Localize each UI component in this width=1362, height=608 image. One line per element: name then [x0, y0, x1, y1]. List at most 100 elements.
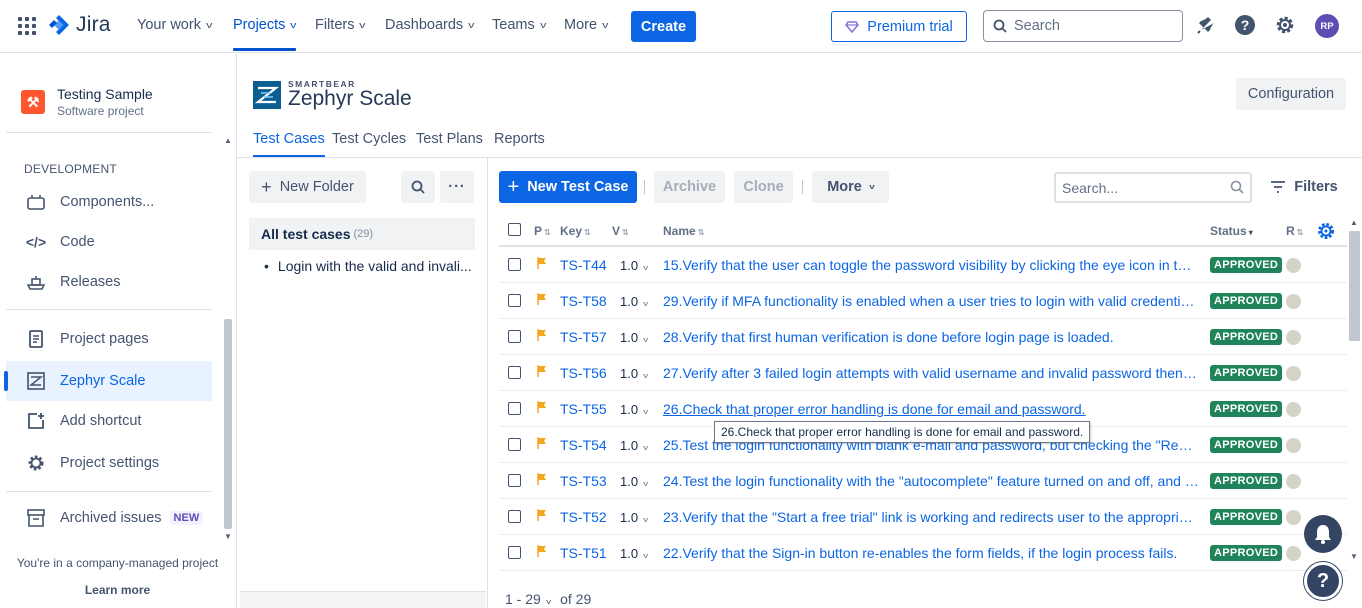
row-checkbox[interactable] [508, 330, 521, 343]
table-row[interactable]: TS-T57 1.0 v 28.Verify that first human … [499, 319, 1347, 355]
global-search-input[interactable]: Search [983, 10, 1183, 42]
configuration-button[interactable]: Configuration [1236, 78, 1346, 110]
table-row[interactable]: TS-T53 1.0 v 24.Test the login functiona… [499, 463, 1347, 499]
version-select[interactable]: 1.0 v [620, 258, 648, 273]
version-select[interactable]: 1.0 v [620, 294, 648, 309]
help-icon[interactable]: ? [1234, 14, 1256, 36]
column-key[interactable]: Key ⇅ [560, 224, 591, 238]
sidebar-item-zephyr-scale[interactable]: Zephyr Scale [4, 361, 212, 401]
page-range-select[interactable]: 1 - 29 v [505, 591, 551, 607]
nav-projects[interactable]: Projects v [233, 17, 297, 51]
row-checkbox[interactable] [508, 438, 521, 451]
row-checkbox[interactable] [508, 474, 521, 487]
row-checkbox[interactable] [508, 294, 521, 307]
column-settings-gear-icon[interactable] [1317, 222, 1335, 240]
table-row[interactable]: TS-T58 1.0 v 29.Verify if MFA functional… [499, 283, 1347, 319]
scroll-down-arrow-icon[interactable]: ▼ [1350, 552, 1358, 561]
scroll-up-arrow-icon[interactable]: ▲ [224, 136, 232, 145]
archive-button[interactable]: Archive [654, 171, 725, 203]
version-select[interactable]: 1.0 v [620, 330, 648, 345]
scroll-up-arrow-icon[interactable]: ▲ [1350, 218, 1358, 227]
scroll-down-arrow-icon[interactable]: ▼ [224, 532, 232, 541]
test-case-key[interactable]: TS-T52 [560, 509, 607, 525]
version-select[interactable]: 1.0 v [620, 474, 648, 489]
tab-test-plans[interactable]: Test Plans [416, 131, 483, 147]
row-checkbox[interactable] [508, 258, 521, 271]
test-case-key[interactable]: TS-T56 [560, 365, 607, 381]
learn-more-link[interactable]: Learn more [0, 583, 235, 597]
tab-test-cycles[interactable]: Test Cycles [332, 131, 406, 147]
row-checkbox[interactable] [508, 510, 521, 523]
all-test-cases-folder[interactable]: All test cases (29) [249, 218, 475, 250]
sidebar-item-add-shortcut[interactable]: Add shortcut [6, 401, 212, 441]
jira-logo[interactable]: Jira [48, 13, 111, 37]
column-priority[interactable]: P ⇅ [534, 224, 551, 238]
column-name[interactable]: Name ⇅ [663, 224, 704, 238]
sidebar-item-components[interactable]: Components... [6, 182, 212, 222]
test-case-name[interactable]: 22.Verify that the Sign-in button re-ena… [663, 545, 1199, 561]
test-case-name[interactable]: 28.Verify that first human verification … [663, 329, 1199, 345]
settings-gear-icon[interactable] [1274, 14, 1296, 36]
filters-button[interactable]: Filters [1262, 171, 1346, 203]
test-case-name[interactable]: 24.Test the login functionality with the… [663, 473, 1199, 489]
nav-filters[interactable]: Filters v [315, 17, 366, 33]
folder-more-actions-icon[interactable]: ··· [440, 171, 474, 203]
column-status[interactable]: Status ▾ [1210, 224, 1253, 238]
test-case-key[interactable]: TS-T58 [560, 293, 607, 309]
test-case-key[interactable]: TS-T54 [560, 437, 607, 453]
table-scrollbar-thumb[interactable] [1349, 231, 1360, 341]
version-select[interactable]: 1.0 v [620, 510, 648, 525]
project-header[interactable]: ⚒ Testing Sample Software project [21, 86, 153, 118]
user-avatar[interactable]: RP [1315, 14, 1339, 38]
sidebar-item-project-pages[interactable]: Project pages [6, 319, 212, 359]
table-row[interactable]: TS-T56 1.0 v 27.Verify after 3 failed lo… [499, 355, 1347, 391]
clone-button[interactable]: Clone [734, 171, 793, 203]
test-case-name[interactable]: 27.Verify after 3 failed login attempts … [663, 365, 1199, 381]
nav-more[interactable]: More v [564, 17, 608, 33]
notification-bell-button[interactable] [1304, 515, 1342, 553]
create-button[interactable]: Create [631, 11, 696, 42]
notifications-icon[interactable] [1195, 14, 1217, 36]
test-case-name[interactable]: 26.Check that proper error handling is d… [663, 401, 1199, 417]
test-case-name[interactable]: 23.Verify that the "Start a free trial" … [663, 509, 1199, 525]
table-row[interactable]: TS-T44 1.0 v 15.Verify that the user can… [499, 247, 1347, 283]
column-r[interactable]: R ⇅ [1286, 224, 1303, 238]
test-case-key[interactable]: TS-T53 [560, 473, 607, 489]
tab-reports[interactable]: Reports [494, 131, 545, 147]
new-test-case-button[interactable]: + New Test Case [499, 171, 637, 203]
select-all-checkbox[interactable] [508, 223, 521, 236]
table-row[interactable]: TS-T52 1.0 v 23.Verify that the "Start a… [499, 499, 1347, 535]
version-select[interactable]: 1.0 v [620, 546, 648, 561]
nav-teams[interactable]: Teams v [492, 17, 546, 33]
version-select[interactable]: 1.0 v [620, 438, 648, 453]
tab-test-cases[interactable]: Test Cases [253, 131, 325, 157]
more-actions-button[interactable]: More v [812, 171, 889, 203]
sidebar-item-archived-issues[interactable]: Archived issues NEW [6, 498, 212, 538]
sidebar-item-project-settings[interactable]: Project settings [6, 443, 212, 483]
column-version[interactable]: V ⇅ [612, 224, 629, 238]
test-case-key[interactable]: TS-T51 [560, 545, 607, 561]
version-select[interactable]: 1.0 v [620, 402, 648, 417]
test-case-search-input[interactable]: Search... [1054, 172, 1252, 203]
folder-item[interactable]: Login with the valid and invali... [264, 258, 472, 274]
test-case-key[interactable]: TS-T44 [560, 257, 607, 273]
test-case-name[interactable]: 29.Verify if MFA functionality is enable… [663, 293, 1199, 309]
help-question-icon[interactable]: ? [1304, 562, 1342, 600]
test-case-name[interactable]: 15.Verify that the user can toggle the p… [663, 257, 1199, 273]
new-folder-button[interactable]: + New Folder [249, 171, 366, 203]
row-checkbox[interactable] [508, 402, 521, 415]
folder-search-button[interactable] [401, 171, 435, 203]
test-case-key[interactable]: TS-T55 [560, 401, 607, 417]
version-select[interactable]: 1.0 v [620, 366, 648, 381]
app-switcher-icon[interactable] [18, 17, 36, 35]
sidebar-scrollbar-thumb[interactable] [224, 319, 232, 529]
sidebar-item-code[interactable]: </> Code [6, 222, 212, 262]
nav-dashboards[interactable]: Dashboards v [385, 17, 475, 33]
table-row[interactable]: TS-T51 1.0 v 22.Verify that the Sign-in … [499, 535, 1347, 571]
row-checkbox[interactable] [508, 366, 521, 379]
sidebar-item-releases[interactable]: Releases [6, 262, 212, 302]
row-checkbox[interactable] [508, 546, 521, 559]
test-case-key[interactable]: TS-T57 [560, 329, 607, 345]
premium-trial-button[interactable]: Premium trial [831, 11, 967, 42]
nav-your-work[interactable]: Your work v [137, 17, 212, 33]
